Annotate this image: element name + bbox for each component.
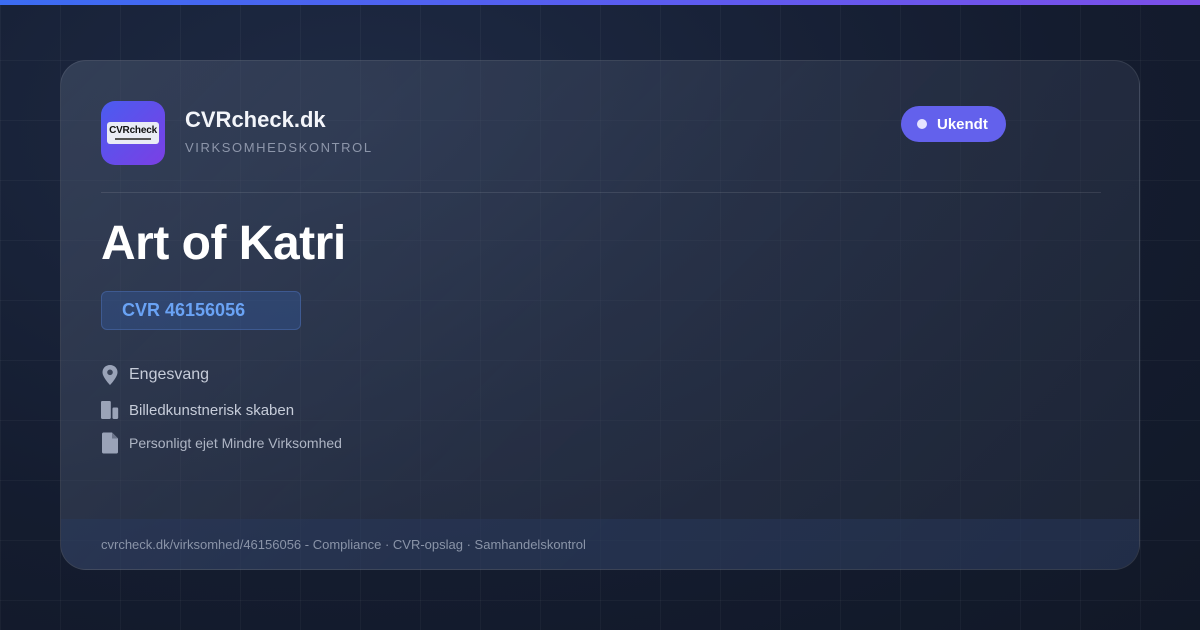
industry-text: Billedkunstnerisk skaben [129, 401, 295, 419]
top-accent-bar [0, 0, 1200, 5]
company-type-row: Personligt ejet Mindre Virksomhed [101, 432, 342, 454]
company-type-text: Personligt ejet Mindre Virksomhed [129, 435, 342, 451]
status-label: Ukendt [937, 115, 988, 133]
company-name: Art of Katri [101, 217, 346, 270]
status-dot-icon [917, 119, 927, 129]
cvr-badge: CVR 46156056 [101, 291, 301, 330]
logo-underline [115, 138, 151, 140]
logo-plate: CVRcheck [107, 122, 159, 144]
map-pin-icon [101, 364, 119, 386]
company-card: CVRcheck CVRcheck.dk VIRKSOMHEDSKONTROL … [60, 60, 1140, 570]
cvr-number: CVR 46156056 [122, 300, 246, 320]
header-divider [101, 192, 1101, 193]
brand-logo: CVRcheck [101, 101, 165, 165]
location-row: Engesvang [101, 364, 209, 386]
brand-tagline: VIRKSOMHEDSKONTROL [185, 140, 373, 155]
status-badge: Ukendt [901, 106, 1006, 142]
brand-name: CVRcheck.dk [185, 107, 326, 132]
building-icon [101, 399, 119, 421]
footer-text: cvrcheck.dk/virksomhed/46156056 - Compli… [101, 536, 586, 552]
industry-row: Billedkunstnerisk skaben [101, 399, 294, 421]
document-icon [101, 432, 119, 454]
location-text: Engesvang [129, 366, 210, 383]
card-footer: cvrcheck.dk/virksomhed/46156056 - Compli… [61, 519, 1139, 569]
logo-text: CVRcheck [109, 125, 157, 136]
